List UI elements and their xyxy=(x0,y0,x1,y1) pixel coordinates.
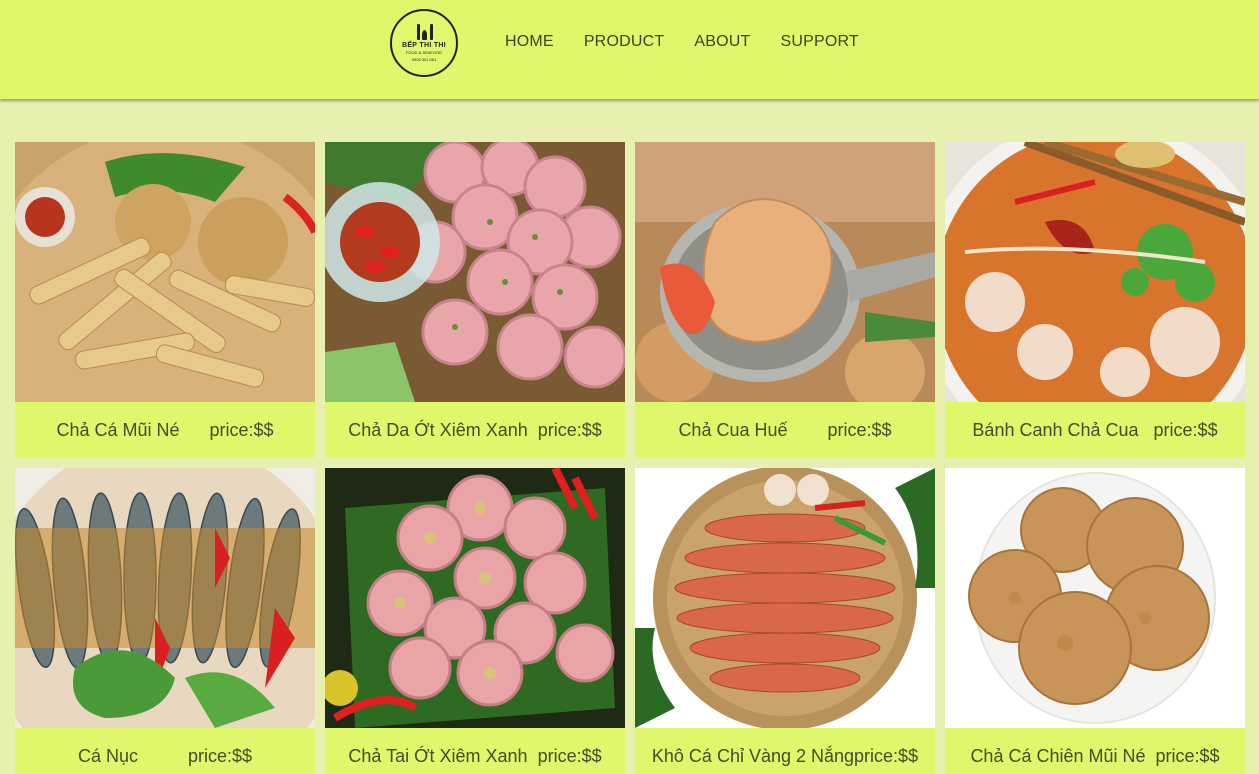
logo-tagline: FOOD & SEAFOOD xyxy=(405,50,442,55)
product-label[interactable]: Chả Tai Ớt Xiêm Xanh price:$$ xyxy=(325,728,625,774)
product-card[interactable]: Chả Cá Chiên Mũi Né price:$$ xyxy=(945,468,1245,774)
nav-product[interactable]: PRODUCT xyxy=(584,33,665,51)
product-image-dried-fish-basket[interactable] xyxy=(635,468,935,728)
product-image-fish-cake-basket[interactable] xyxy=(15,142,315,402)
product-image-noodle-soup-bowl[interactable] xyxy=(945,142,1245,402)
product-card[interactable]: Khô Cá Chỉ Vàng 2 Nắngprice:$$ xyxy=(635,468,935,774)
product-image-pork-roll-slices[interactable] xyxy=(325,142,625,402)
nav-home[interactable]: HOME xyxy=(505,33,554,51)
product-label[interactable]: Khô Cá Chỉ Vàng 2 Nắngprice:$$ xyxy=(635,728,935,774)
product-image-crab-cake-ladle[interactable] xyxy=(635,142,935,402)
product-card[interactable]: Chả Cua Huế price:$$ xyxy=(635,142,935,458)
product-card[interactable]: Chả Tai Ớt Xiêm Xanh price:$$ xyxy=(325,468,625,774)
product-card[interactable]: Chả Cá Mũi Né price:$$ xyxy=(15,142,315,458)
brand-logo[interactable]: BẾP THI THI FOOD & SEAFOOD 0909 301 051 xyxy=(390,9,458,77)
product-label[interactable]: Chả Cua Huế price:$$ xyxy=(635,402,935,458)
product-image-pork-ear-roll[interactable] xyxy=(325,468,625,728)
product-label[interactable]: Chả Da Ớt Xiêm Xanh price:$$ xyxy=(325,402,625,458)
nav-support[interactable]: SUPPORT xyxy=(780,33,858,51)
top-navbar: BẾP THI THI FOOD & SEAFOOD 0909 301 051 … xyxy=(0,0,1259,99)
main-nav: HOME PRODUCT ABOUT SUPPORT xyxy=(505,33,889,51)
nav-about[interactable]: ABOUT xyxy=(694,33,750,51)
logo-name: BẾP THI THI xyxy=(401,42,446,49)
product-label[interactable]: Chả Cá Mũi Né price:$$ xyxy=(15,402,315,458)
product-card[interactable]: Chả Da Ớt Xiêm Xanh price:$$ xyxy=(325,142,625,458)
logo-phone: 0909 301 051 xyxy=(411,57,437,62)
utensils-icon xyxy=(413,24,435,40)
product-label[interactable]: Chả Cá Chiên Mũi Né price:$$ xyxy=(945,728,1245,774)
product-image-fried-fish-cakes-plate[interactable] xyxy=(945,468,1245,728)
product-card[interactable]: Bánh Canh Chả Cua price:$$ xyxy=(945,142,1245,458)
product-card[interactable]: Cá Nục price:$$ xyxy=(15,468,315,774)
product-label[interactable]: Bánh Canh Chả Cua price:$$ xyxy=(945,402,1245,458)
product-label[interactable]: Cá Nục price:$$ xyxy=(15,728,315,774)
product-image-braised-mackerel[interactable] xyxy=(15,468,315,728)
